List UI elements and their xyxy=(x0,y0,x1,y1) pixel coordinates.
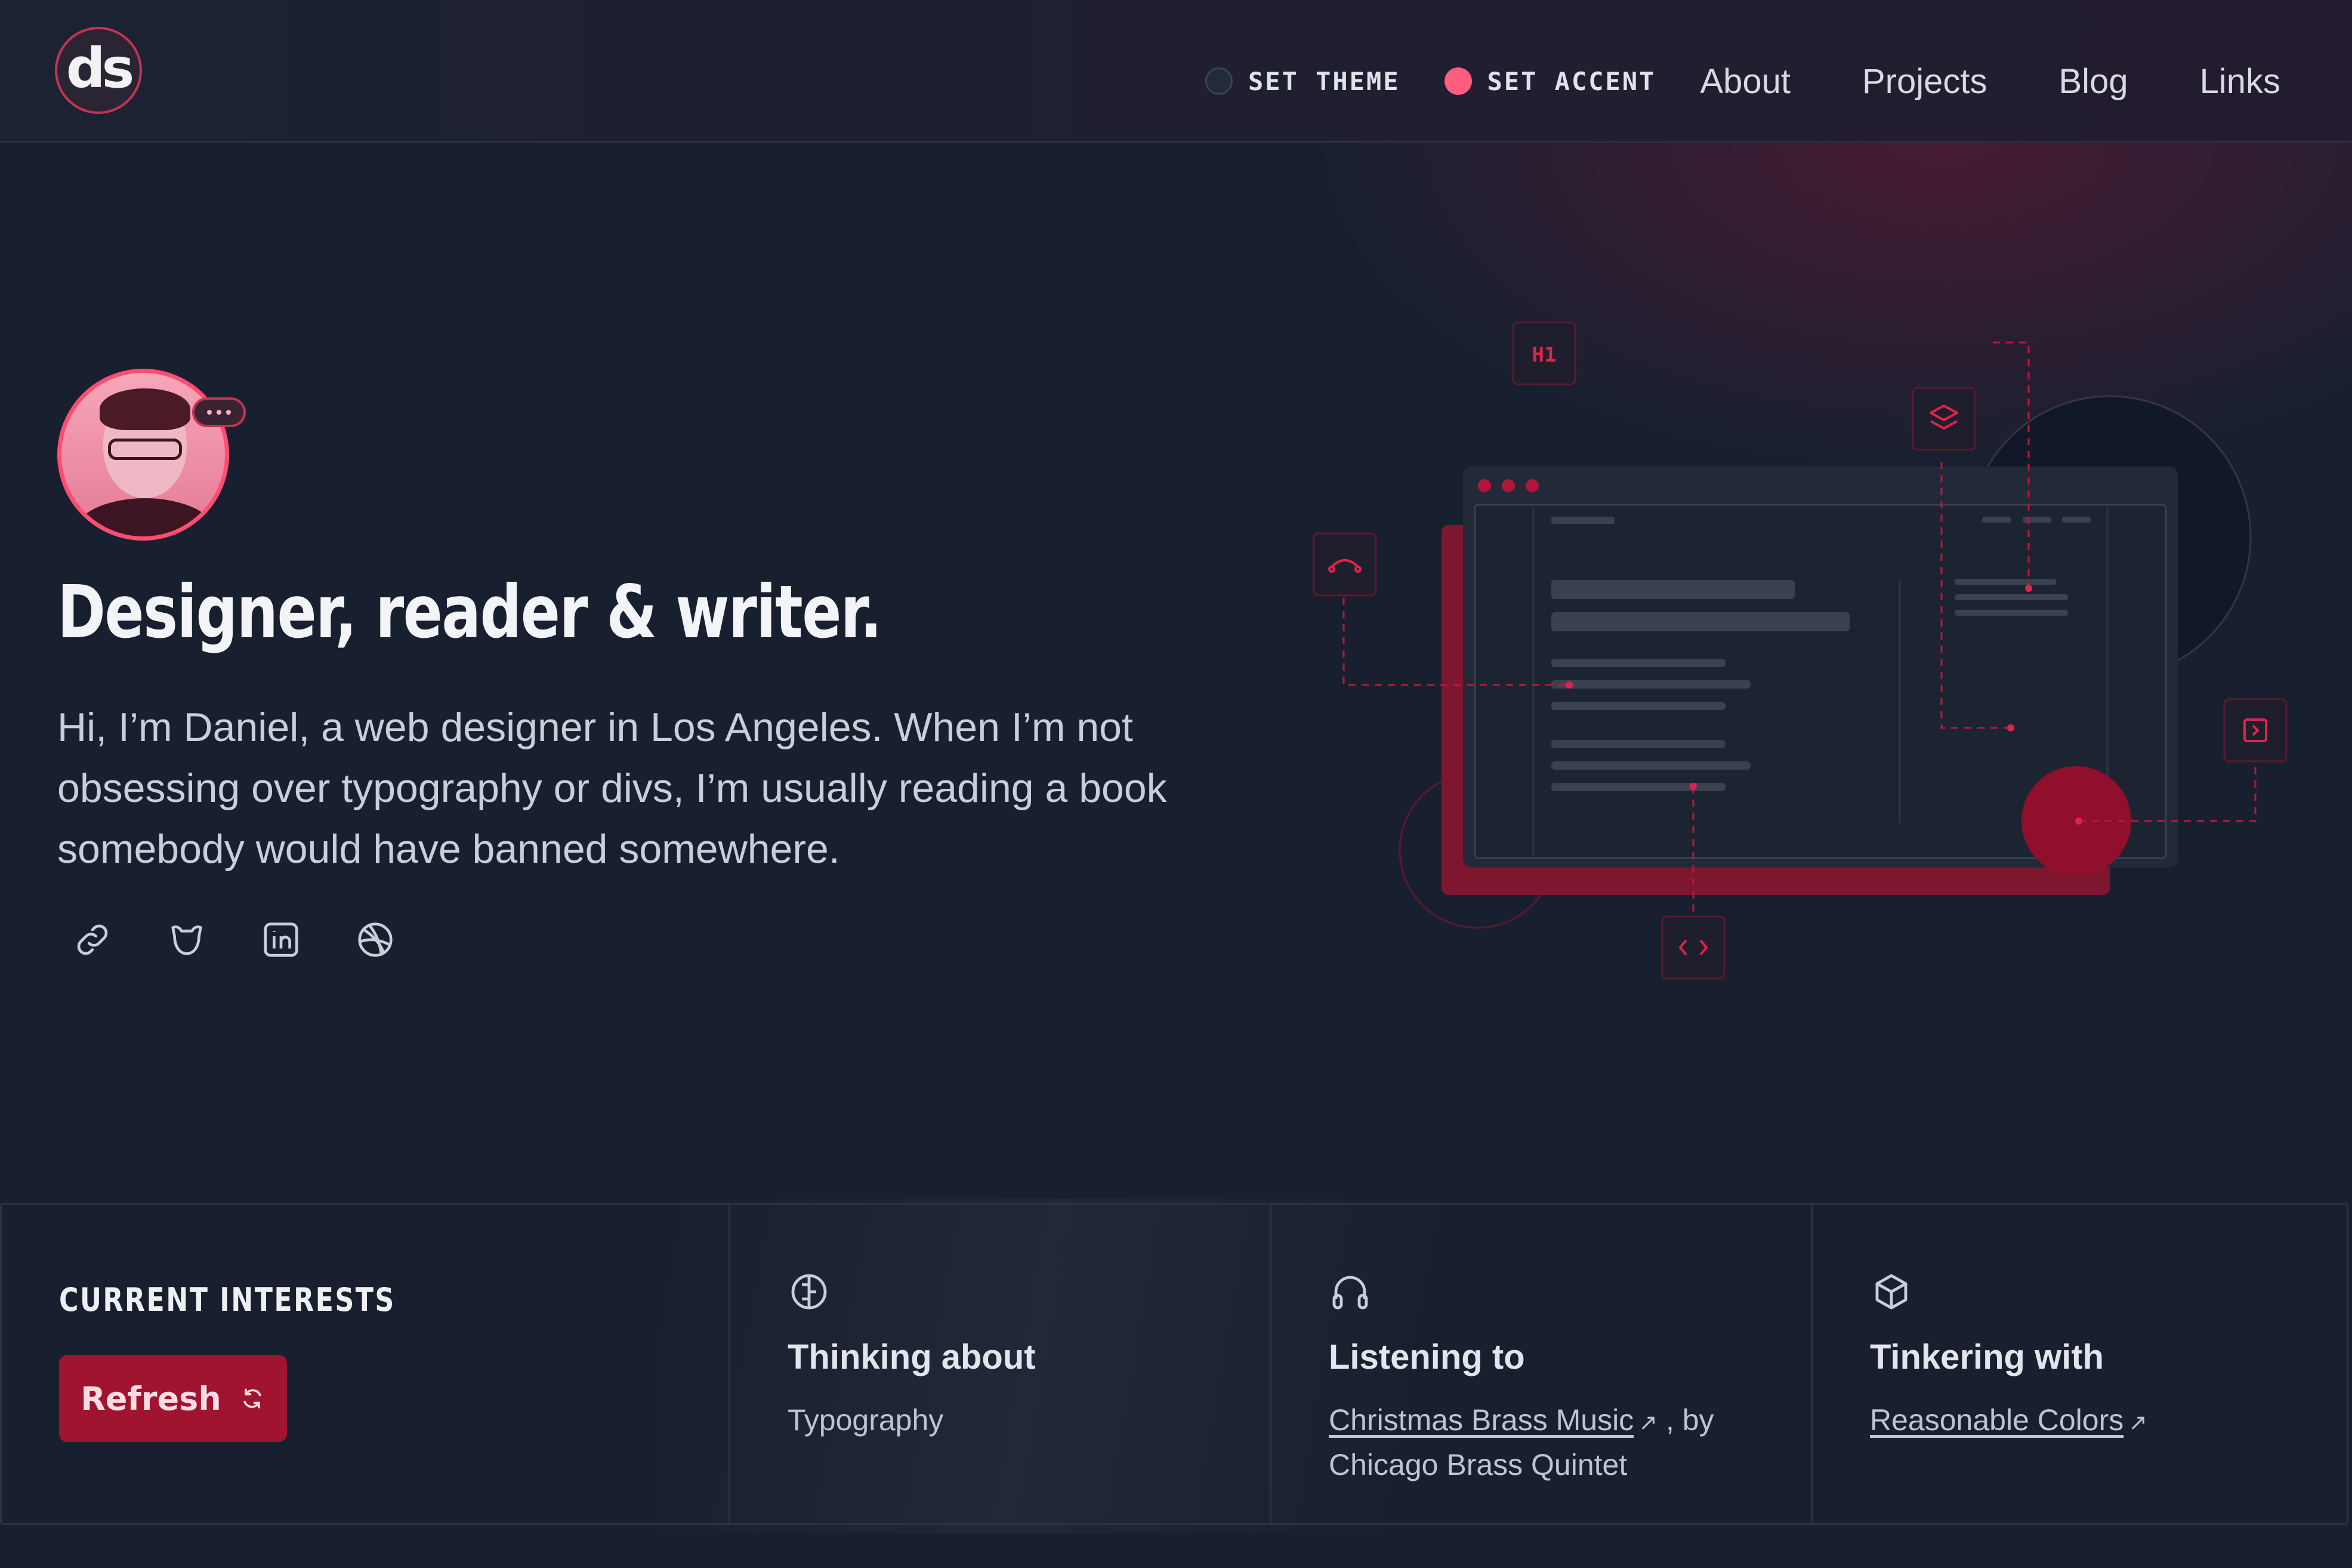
link-icon[interactable] xyxy=(72,919,113,961)
listening-title: Listening to xyxy=(1329,1338,1525,1376)
editor-illustration: H1 xyxy=(1313,321,2288,980)
current-interests: CURRENT INTERESTS Refresh Thinking about… xyxy=(0,1203,2348,1525)
set-theme-button[interactable]: SET THEME xyxy=(1205,67,1400,96)
brain-icon xyxy=(791,1274,827,1310)
nav-about[interactable]: About xyxy=(1700,61,1791,101)
interest-thinking: Thinking about Typography xyxy=(729,1205,1270,1523)
interest-tinkering: Tinkering with Reasonable Colors ↗ xyxy=(1811,1205,2347,1523)
headphones-icon xyxy=(1332,1276,1368,1310)
nav-links[interactable]: Links xyxy=(2200,61,2280,101)
external-link-icon: ↗ xyxy=(1638,1410,1658,1436)
interests-heading: CURRENT INTERESTS xyxy=(59,1281,396,1319)
set-theme-label: SET THEME xyxy=(1248,66,1400,96)
external-link-icon: ↗ xyxy=(2128,1410,2148,1436)
listening-value: Christmas Brass Music ↗ , by Chicago Bras… xyxy=(1329,1399,1758,1486)
tinkering-value: Reasonable Colors ↗ xyxy=(1870,1399,2299,1444)
logo-text: ds xyxy=(66,36,135,100)
refresh-button[interactable]: Refresh xyxy=(59,1355,287,1442)
hero-intro: Hi, I’m Daniel, a web designer in Los An… xyxy=(57,705,1167,872)
listening-artist: Chicago Brass Quintet xyxy=(1329,1448,1628,1481)
interests-heading-cell: CURRENT INTERESTS Refresh xyxy=(2,1205,729,1523)
social-links xyxy=(72,919,396,961)
status-bubble-icon[interactable] xyxy=(192,397,246,427)
set-accent-button[interactable]: SET ACCENT xyxy=(1444,67,1656,96)
tinkering-link[interactable]: Reasonable Colors xyxy=(1870,1403,2123,1437)
theme-dot-icon xyxy=(1205,67,1233,95)
tinkering-title: Tinkering with xyxy=(1870,1338,2104,1376)
site-header: ds SET THEME SET ACCENT About Projects B… xyxy=(0,0,2352,143)
accent-dot-icon xyxy=(1444,67,1472,95)
refresh-label: Refresh xyxy=(81,1379,221,1418)
nav-projects[interactable]: Projects xyxy=(1862,61,1987,101)
listening-link[interactable]: Christmas Brass Music xyxy=(1329,1403,1634,1437)
mastodon-icon[interactable] xyxy=(166,919,208,961)
refresh-icon xyxy=(243,1388,261,1409)
thinking-value: Typography xyxy=(788,1403,944,1437)
thinking-title: Thinking about xyxy=(788,1338,1036,1376)
main-nav: SET THEME SET ACCENT About Projects Blog… xyxy=(1205,53,2280,110)
h1-tag: H1 xyxy=(1532,343,1557,367)
avatar[interactable] xyxy=(57,369,229,541)
nav-blog[interactable]: Blog xyxy=(2059,61,2128,101)
set-accent-label: SET ACCENT xyxy=(1487,66,1656,96)
dribbble-icon[interactable] xyxy=(354,919,396,961)
page-title: Designer, reader & writer. xyxy=(57,570,882,655)
interest-listening: Listening to Christmas Brass Music ↗ , by… xyxy=(1270,1205,1811,1523)
site-logo[interactable]: ds xyxy=(55,27,142,114)
cube-icon xyxy=(1875,1274,1907,1310)
linkedin-icon[interactable] xyxy=(260,919,302,961)
listening-sep: , by xyxy=(1665,1403,1714,1437)
